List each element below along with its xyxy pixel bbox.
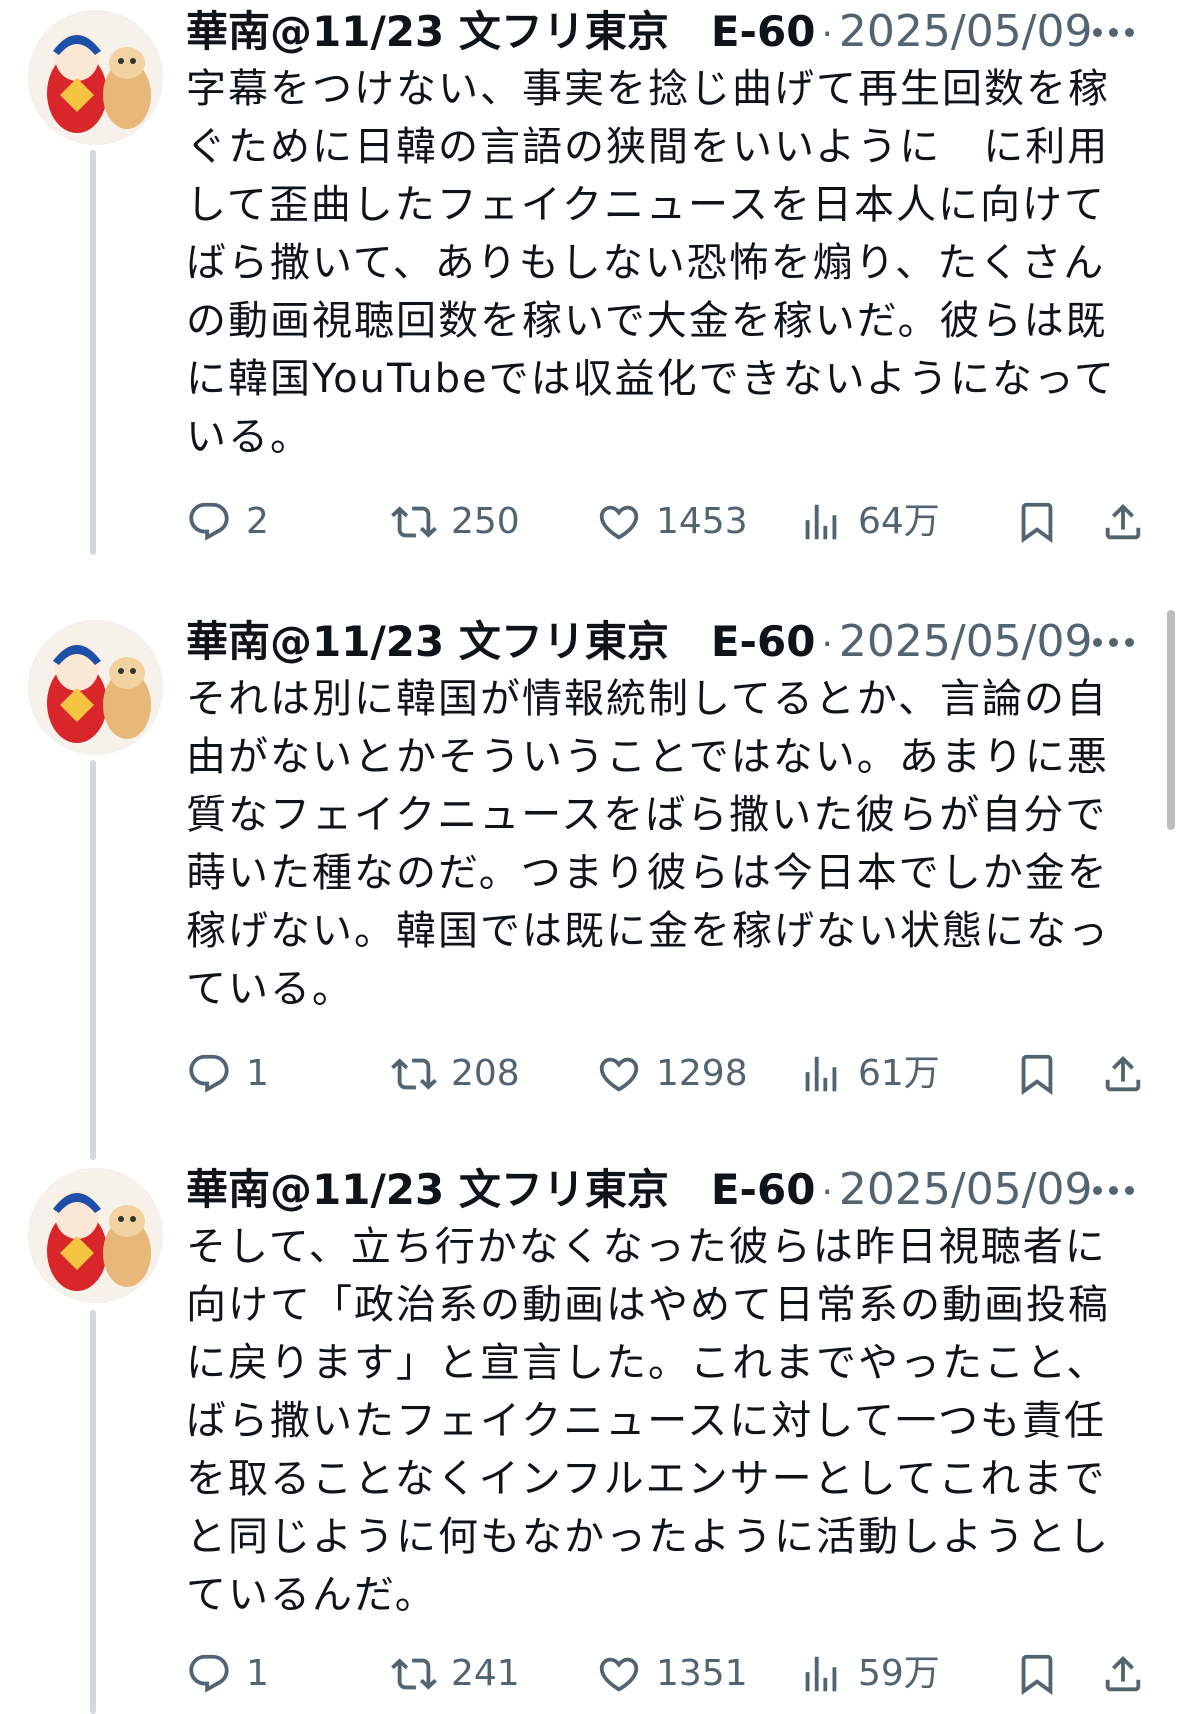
retweet-count: 241 (451, 1653, 520, 1694)
retweet-icon (391, 1058, 437, 1090)
more-dots-icon[interactable] (1089, 10, 1139, 50)
reply-icon (189, 502, 229, 541)
like-button[interactable]: 1453 (596, 492, 748, 552)
tweet-date[interactable]: 2025/05/09 (839, 616, 1093, 667)
like-button[interactable]: 1351 (596, 1644, 748, 1704)
reply-count: 1 (246, 1053, 269, 1094)
display-name[interactable]: 華南@11/23 文フリ東京 E-60 (186, 617, 815, 666)
retweet-count: 208 (451, 1053, 520, 1094)
separator-dot: · (821, 14, 833, 55)
views-button[interactable]: 61万 (798, 1044, 940, 1104)
views-count: 64万 (858, 501, 940, 542)
separator-dot: · (821, 624, 833, 665)
avatar[interactable] (28, 1168, 163, 1303)
tweet-actions: 2 250 1453 64万 (186, 492, 1146, 552)
display-name[interactable]: 華南@11/23 文フリ東京 E-60 (186, 7, 815, 56)
reply-icon (189, 1654, 229, 1693)
retweet-button[interactable]: 241 (391, 1644, 520, 1704)
like-count: 1298 (656, 1053, 748, 1094)
bookmark-icon (1021, 502, 1053, 543)
more-dots-icon[interactable] (1089, 1168, 1139, 1208)
thread-line (90, 150, 96, 555)
views-chart-icon (805, 1656, 837, 1692)
tweet[interactable]: 華南@11/23 文フリ東京 E-60 · 2025/05/09 そして、立ち行かな… (0, 1160, 1179, 1714)
views-button[interactable]: 59万 (798, 1644, 940, 1704)
views-chart-icon (805, 504, 837, 540)
tweet-date[interactable]: 2025/05/09 (839, 6, 1093, 57)
avatar[interactable] (28, 620, 163, 755)
tweet[interactable]: 華南@11/23 文フリ東京 E-60 · 2025/05/09 それは別に韓国が情… (0, 610, 1179, 1160)
views-button[interactable]: 64万 (798, 492, 940, 552)
bookmark-button[interactable] (1014, 492, 1060, 552)
heart-icon (599, 505, 639, 540)
retweet-icon (391, 506, 437, 538)
heart-icon (599, 1057, 639, 1092)
retweet-icon (391, 1658, 437, 1690)
tweet-date[interactable]: 2025/05/09 (839, 1164, 1093, 1215)
reply-count: 1 (246, 1653, 269, 1694)
share-button[interactable] (1100, 1044, 1146, 1104)
reply-count: 2 (246, 501, 269, 542)
reply-button[interactable]: 1 (186, 1044, 269, 1104)
retweet-count: 250 (451, 501, 520, 542)
tweet[interactable]: 華南@11/23 文フリ東京 E-60 · 2025/05/09 字幕をつけない、事… (0, 0, 1179, 555)
bookmark-icon (1021, 1654, 1053, 1695)
like-count: 1351 (656, 1653, 748, 1694)
share-icon (1105, 503, 1141, 540)
views-count: 59万 (858, 1653, 940, 1694)
tweet-actions: 1 241 1351 59万 (186, 1644, 1146, 1704)
tweet-header: 華南@11/23 文フリ東京 E-60 · 2025/05/09 (186, 1160, 1093, 1220)
avatar[interactable] (28, 10, 163, 145)
tweet-text: それは別に韓国が情報統制してるとか、言論の自由がないとかそういうことではない。あ… (186, 676, 1110, 1012)
like-count: 1453 (656, 501, 748, 542)
reply-button[interactable]: 2 (186, 492, 269, 552)
tweet-text: 字幕をつけない、事実を捻じ曲げて再生回数を稼ぐために日韓の言語の狭間をいいように… (186, 66, 1116, 460)
separator-dot: · (821, 1172, 833, 1213)
reply-icon (189, 1054, 229, 1093)
retweet-button[interactable]: 250 (391, 492, 520, 552)
retweet-button[interactable]: 208 (391, 1044, 520, 1104)
tweet-text: そして、立ち行かなくなった彼らは昨日視聴者に向けて「政治系の動画はやめて日常系の… (186, 1224, 1110, 1618)
thread-line (90, 760, 96, 1160)
share-icon (1105, 1655, 1141, 1692)
like-button[interactable]: 1298 (596, 1044, 748, 1104)
tweet-actions: 1 208 1298 61万 (186, 1044, 1146, 1104)
tweet-header: 華南@11/23 文フリ東京 E-60 · 2025/05/09 (186, 612, 1093, 672)
share-icon (1105, 1055, 1141, 1092)
views-chart-icon (805, 1056, 837, 1092)
scrollbar[interactable] (1167, 610, 1175, 830)
bookmark-button[interactable] (1014, 1644, 1060, 1704)
thread-line (90, 1310, 96, 1714)
views-count: 61万 (858, 1053, 940, 1094)
share-button[interactable] (1100, 1644, 1146, 1704)
tweet-header: 華南@11/23 文フリ東京 E-60 · 2025/05/09 (186, 2, 1093, 62)
display-name[interactable]: 華南@11/23 文フリ東京 E-60 (186, 1165, 815, 1214)
reply-button[interactable]: 1 (186, 1644, 269, 1704)
heart-icon (599, 1657, 639, 1692)
bookmark-icon (1021, 1054, 1053, 1095)
more-dots-icon[interactable] (1089, 620, 1139, 660)
bookmark-button[interactable] (1014, 1044, 1060, 1104)
share-button[interactable] (1100, 492, 1146, 552)
